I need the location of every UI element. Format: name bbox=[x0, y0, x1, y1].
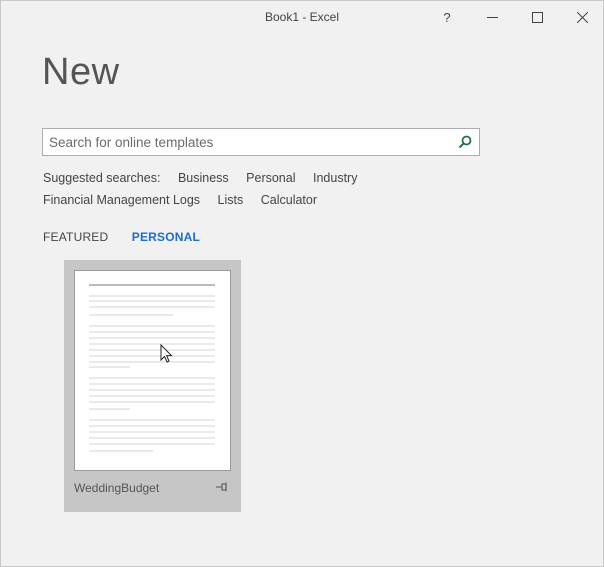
tab-personal[interactable]: PERSONAL bbox=[132, 230, 200, 244]
suggested-personal[interactable]: Personal bbox=[246, 167, 295, 189]
page-title: New bbox=[42, 51, 120, 93]
suggested-searches: Suggested searches: Business Personal In… bbox=[43, 167, 493, 211]
title-bar: Book1 - Excel ? bbox=[1, 1, 603, 33]
mouse-pointer-icon bbox=[160, 344, 173, 363]
minimize-icon bbox=[486, 16, 498, 18]
template-tabs: FEATURED PERSONAL bbox=[43, 230, 220, 244]
pin-icon[interactable] bbox=[215, 480, 229, 494]
close-icon bbox=[576, 11, 588, 23]
maximize-button[interactable] bbox=[514, 1, 560, 33]
suggested-financial-management[interactable]: Financial Management bbox=[43, 189, 169, 211]
suggested-industry[interactable]: Industry bbox=[313, 167, 357, 189]
suggested-lists[interactable]: Lists bbox=[218, 189, 244, 211]
template-preview-image bbox=[89, 284, 215, 452]
search-icon bbox=[458, 135, 472, 149]
template-thumbnail bbox=[74, 270, 231, 471]
suggested-searches-label: Suggested searches: bbox=[43, 171, 161, 185]
template-name: WeddingBudget bbox=[74, 481, 160, 495]
search-box bbox=[42, 128, 480, 156]
suggested-business[interactable]: Business bbox=[178, 167, 229, 189]
excel-window: Book1 - Excel ? New Suggested searches: … bbox=[0, 0, 604, 567]
suggested-logs[interactable]: Logs bbox=[173, 189, 200, 211]
template-tile-weddingbudget[interactable]: WeddingBudget bbox=[64, 260, 241, 512]
tab-featured[interactable]: FEATURED bbox=[43, 230, 108, 244]
help-button[interactable]: ? bbox=[424, 1, 470, 33]
search-input[interactable] bbox=[43, 129, 451, 155]
close-button[interactable] bbox=[559, 1, 604, 33]
suggested-calculator[interactable]: Calculator bbox=[261, 189, 317, 211]
search-button[interactable] bbox=[451, 129, 479, 155]
minimize-button[interactable] bbox=[469, 1, 515, 33]
maximize-icon bbox=[531, 11, 543, 23]
